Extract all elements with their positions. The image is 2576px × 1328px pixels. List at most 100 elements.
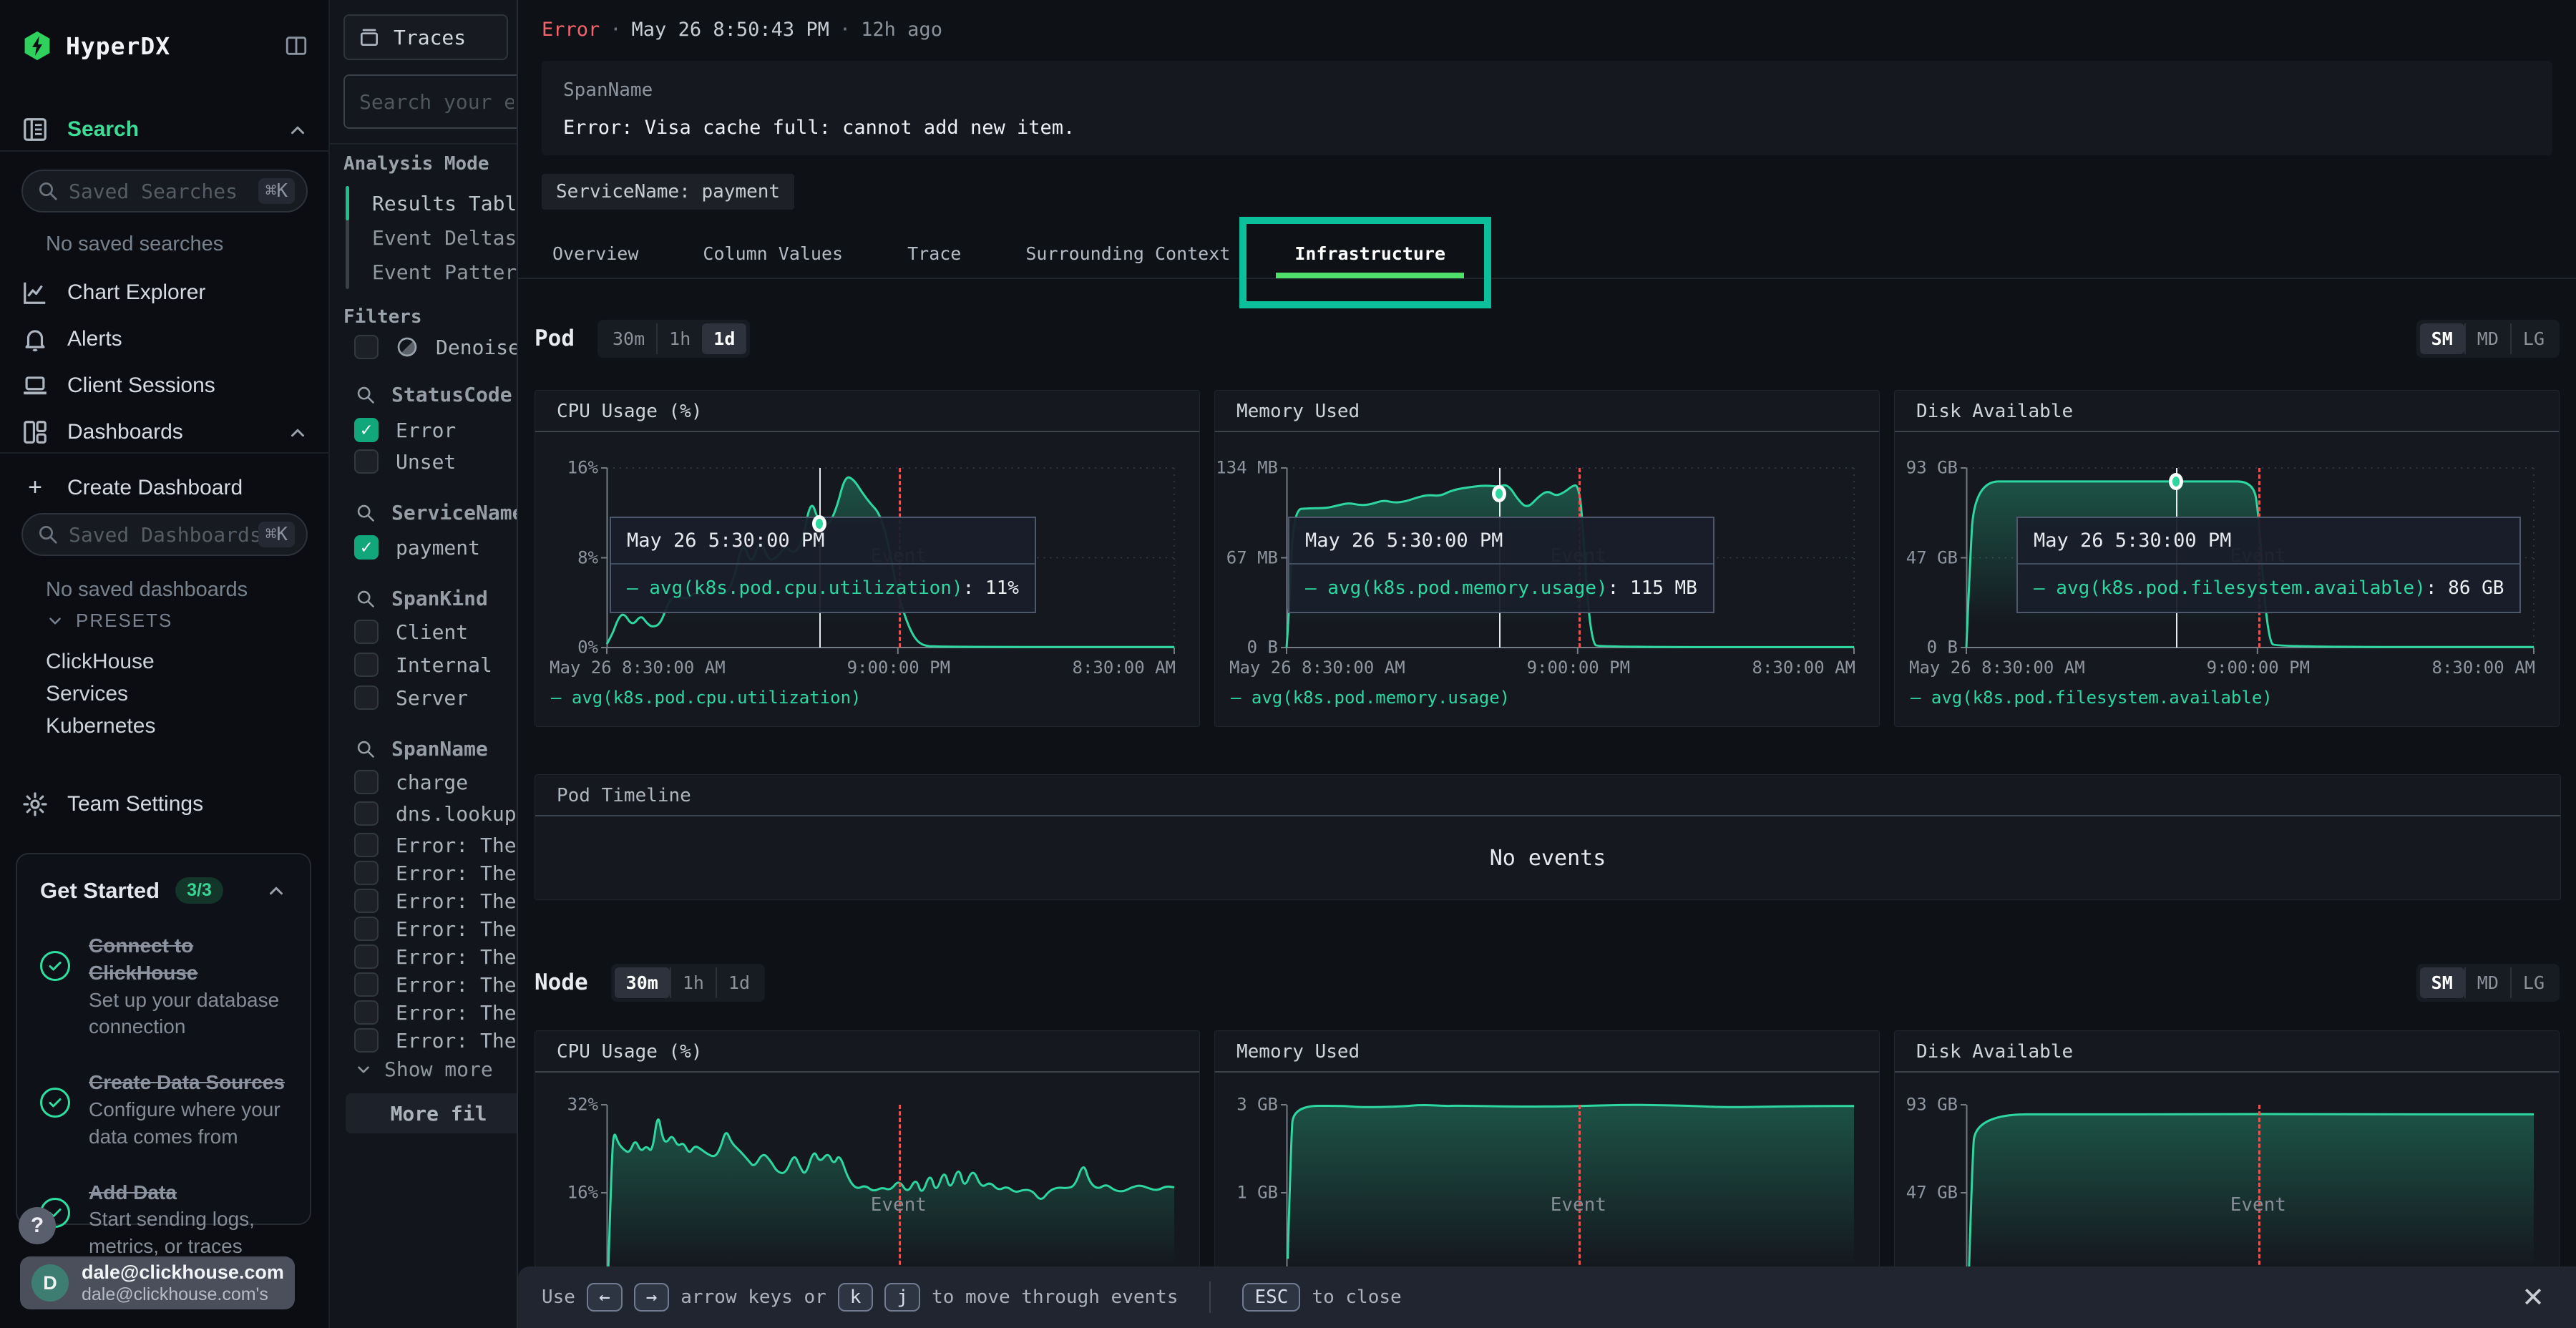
sidebar-item-alerts[interactable]: Alerts (21, 326, 308, 353)
sidebar-item-search[interactable]: Search (21, 116, 308, 143)
k-key[interactable]: k (838, 1283, 874, 1312)
filter-option[interactable]: Error: The cr (354, 889, 517, 913)
more-filters-button[interactable]: More fil (346, 1093, 517, 1133)
filter-option[interactable]: Error: The cr (354, 972, 517, 997)
arrow-left-key[interactable]: ← (587, 1283, 623, 1312)
mode-event-patterns[interactable]: Event Patterns (372, 255, 517, 289)
saved-dashboards-input[interactable] (69, 523, 258, 547)
range-1h[interactable]: 1h (656, 323, 702, 354)
search-icon[interactable] (356, 739, 376, 759)
chart-plot-area[interactable]: 93 GB47 GBEvent (1966, 1105, 2534, 1291)
chevron-up-icon[interactable] (287, 420, 308, 444)
checkbox[interactable] (354, 449, 379, 474)
range-1d[interactable]: 1d (716, 967, 761, 998)
preset-kubernetes[interactable]: Kubernetes (46, 714, 155, 738)
get-started-header[interactable]: Get Started 3/3 (40, 877, 287, 904)
size-sm[interactable]: SM (2420, 967, 2464, 998)
checkbox[interactable] (354, 944, 379, 969)
filter-option[interactable]: charge (354, 770, 468, 794)
checkbox[interactable] (354, 1000, 379, 1025)
size-lg[interactable]: LG (2510, 323, 2556, 354)
checkbox[interactable] (354, 917, 379, 941)
filter-option[interactable]: Error (354, 418, 456, 442)
tab-overview[interactable]: Overview (552, 228, 638, 278)
sidebar-item-dashboards[interactable]: Dashboards (21, 419, 308, 446)
filter-option[interactable]: Server (354, 685, 468, 710)
chart-plot-area[interactable]: 32%16%Event (607, 1105, 1174, 1291)
chart-plot-area[interactable]: 16%8%0%EventMay 26 5:30:00 PM— avg(k8s.p… (607, 468, 1174, 648)
size-md[interactable]: MD (2464, 967, 2510, 998)
get-started-step[interactable]: Add Data Start sending logs, metrics, or… (40, 1179, 287, 1260)
filter-option[interactable]: Error: The cr (354, 917, 517, 941)
checkbox[interactable] (354, 861, 379, 885)
filter-option[interactable]: Error: The cr (354, 944, 517, 969)
presets-toggle[interactable]: PRESETS (46, 610, 172, 632)
search-icon[interactable] (356, 589, 376, 609)
filter-option[interactable]: Error: The cr (354, 861, 517, 885)
checkbox[interactable] (354, 653, 379, 677)
checkbox[interactable] (354, 889, 379, 913)
checkbox-checked[interactable] (354, 535, 379, 560)
chevron-up-icon[interactable] (265, 880, 287, 902)
tab-column-values[interactable]: Column Values (703, 228, 843, 278)
checkbox[interactable] (354, 335, 379, 359)
sidebar-item-client-sessions[interactable]: Client Sessions (21, 372, 308, 399)
show-more-toggle[interactable]: Show more (354, 1058, 493, 1081)
filter-option[interactable]: Error: The cr (354, 833, 517, 857)
event-search[interactable] (343, 74, 517, 129)
filter-option[interactable]: Error: The cr (354, 1000, 517, 1025)
sidebar-collapse-icon[interactable] (284, 34, 308, 58)
search-icon[interactable] (356, 385, 376, 405)
checkbox[interactable] (354, 1028, 379, 1053)
range-1d[interactable]: 1d (702, 323, 746, 354)
get-started-step[interactable]: Create Data Sources Configure where your… (40, 1069, 287, 1150)
checkbox[interactable] (354, 972, 379, 997)
filter-option[interactable]: Error: The cr (354, 1028, 517, 1053)
filter-option[interactable]: Unset (354, 449, 456, 474)
checkbox[interactable] (354, 685, 379, 710)
create-dashboard-button[interactable]: + Create Dashboard (21, 474, 308, 502)
chevron-up-icon[interactable] (287, 117, 308, 142)
mode-event-deltas[interactable]: Event Deltas (372, 220, 517, 255)
servicename-tag[interactable]: ServiceName: payment (542, 174, 794, 210)
chart-plot-area[interactable]: 3 GB1 GBEvent (1287, 1105, 1854, 1291)
size-lg[interactable]: LG (2510, 967, 2556, 998)
help-button[interactable]: ? (19, 1207, 56, 1244)
esc-key[interactable]: ESC (1242, 1283, 1300, 1312)
checkbox[interactable] (354, 801, 379, 826)
saved-searches-input[interactable] (69, 180, 258, 203)
chart-plot-area[interactable]: 93 GB47 GB0 BEventMay 26 5:30:00 PM— avg… (1966, 468, 2534, 648)
chart-plot-area[interactable]: 134 MB67 MB0 BEventMay 26 5:30:00 PM— av… (1287, 468, 1854, 648)
tab-trace[interactable]: Trace (907, 228, 961, 278)
mode-results-table[interactable]: Results Table (372, 186, 517, 220)
preset-services[interactable]: Services (46, 682, 128, 706)
checkbox-checked[interactable] (354, 418, 379, 442)
checkbox[interactable] (354, 833, 379, 857)
event-search-input[interactable] (359, 90, 514, 114)
tab-infrastructure[interactable]: Infrastructure (1294, 228, 1445, 278)
preset-clickhouse[interactable]: ClickHouse (46, 650, 155, 674)
saved-searches-search[interactable]: ⌘K (21, 170, 308, 213)
filter-option[interactable]: payment (354, 535, 480, 560)
get-started-step[interactable]: Connect to ClickHouse Set up your databa… (40, 932, 287, 1040)
arrow-right-key[interactable]: → (634, 1283, 670, 1312)
filter-denoise[interactable]: Denoise Re (354, 335, 517, 359)
filter-option[interactable]: Client (354, 620, 468, 644)
size-md[interactable]: MD (2464, 323, 2510, 354)
source-select[interactable]: Traces (343, 14, 508, 60)
close-icon[interactable]: ✕ (2522, 1281, 2545, 1314)
checkbox[interactable] (354, 620, 379, 644)
sidebar-item-team-settings[interactable]: Team Settings (21, 791, 308, 818)
sidebar-item-chart-explorer[interactable]: Chart Explorer (21, 279, 308, 306)
filter-option[interactable]: dns.lookup (354, 801, 517, 826)
filter-option[interactable]: Internal (354, 653, 492, 677)
tab-surrounding-context[interactable]: Surrounding Context (1025, 228, 1230, 278)
size-sm[interactable]: SM (2420, 323, 2464, 354)
user-menu[interactable]: D dale@clickhouse.com dale@clickhouse.co… (20, 1256, 295, 1309)
range-1h[interactable]: 1h (670, 967, 716, 998)
range-30m[interactable]: 30m (601, 323, 656, 354)
j-key[interactable]: j (884, 1283, 920, 1312)
search-icon[interactable] (356, 503, 376, 523)
range-30m[interactable]: 30m (615, 967, 670, 998)
checkbox[interactable] (354, 770, 379, 794)
